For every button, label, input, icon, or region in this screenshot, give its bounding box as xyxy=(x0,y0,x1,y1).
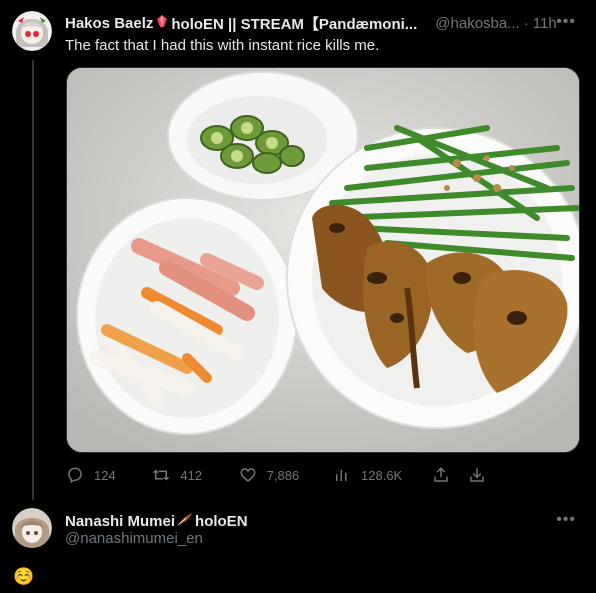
download-action[interactable] xyxy=(468,466,496,484)
share-icon xyxy=(434,467,449,482)
reply-text-emoji: ☺️ xyxy=(13,567,35,586)
display-name-suffix[interactable]: holoEN || STREAM【Pandæmoni... xyxy=(171,13,417,34)
views-count: 128.6K xyxy=(361,467,403,483)
reply-header: Nanashi Mumei holoEN xyxy=(65,511,585,531)
retweet-action[interactable]: 412 xyxy=(152,466,238,484)
reply-tweet: Nanashi Mumei holoEN ••• @nanashimumei_e… xyxy=(0,500,596,593)
timestamp[interactable]: 11h xyxy=(533,15,557,32)
retweet-count: 412 xyxy=(180,467,203,483)
like-action[interactable]: 7,886 xyxy=(239,466,333,484)
like-icon xyxy=(240,468,256,482)
reply-count: 124 xyxy=(94,467,116,483)
reply-action[interactable]: 124 xyxy=(66,466,152,484)
retweet-icon xyxy=(153,469,170,481)
views-action[interactable]: 128.6K xyxy=(333,466,432,484)
tweet-header: Hakos Baelz holoEN || STREAM【Pandæmoni..… xyxy=(65,13,585,33)
display-name[interactable]: Nanashi Mumei xyxy=(65,513,175,530)
food-photo-image xyxy=(67,68,579,452)
action-bar: 124 412 7,886 128.6K xyxy=(66,465,496,485)
tweet-photo[interactable] xyxy=(66,67,580,453)
user-handle[interactable]: @hakosba... xyxy=(435,15,519,32)
avatar[interactable] xyxy=(12,11,52,51)
thread-line xyxy=(32,60,34,500)
reply-icon xyxy=(68,467,82,483)
ruby-badge-icon xyxy=(155,14,169,32)
share-action[interactable] xyxy=(432,466,468,484)
avatar[interactable] xyxy=(12,508,52,548)
tweet-text: The fact that I had this with instant ri… xyxy=(65,37,380,54)
separator-dot: · xyxy=(523,14,529,32)
user-handle[interactable]: @nanashimumei_en xyxy=(65,530,203,547)
more-icon[interactable]: ••• xyxy=(556,13,576,31)
views-icon xyxy=(336,469,347,481)
more-icon[interactable]: ••• xyxy=(556,511,576,529)
display-name[interactable]: Hakos Baelz xyxy=(65,15,153,32)
download-icon xyxy=(470,468,484,482)
feather-icon xyxy=(177,512,193,530)
like-count: 7,886 xyxy=(266,467,300,483)
display-name-suffix[interactable]: holoEN xyxy=(195,513,248,530)
